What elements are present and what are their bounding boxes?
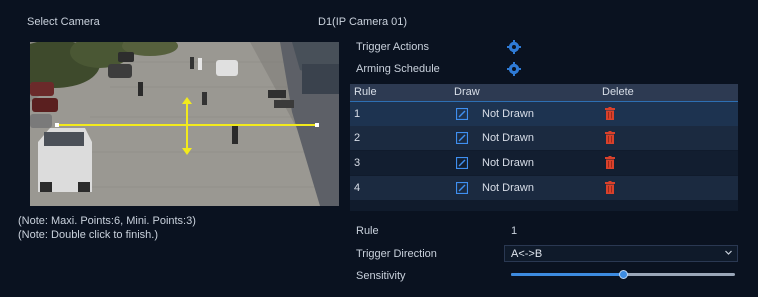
trigger-direction-value: A<->B <box>511 248 543 260</box>
trash-icon[interactable] <box>605 107 615 120</box>
gear-icon[interactable] <box>507 40 521 54</box>
draw-status: Not Drawn <box>482 182 534 194</box>
edit-icon[interactable] <box>456 108 468 120</box>
note-finish: (Note: Double click to finish.) <box>18 229 158 241</box>
camera-name: D1(IP Camera 01) <box>318 16 408 28</box>
rule-number: 3 <box>354 157 361 169</box>
trash-icon[interactable] <box>605 156 615 169</box>
edit-icon[interactable] <box>456 182 468 194</box>
rules-table-header: Rule Draw Delete <box>350 84 738 101</box>
column-header-rule: Rule <box>354 86 377 98</box>
table-row[interactable]: 1 Not Drawn <box>350 101 738 127</box>
rule-number: 4 <box>354 182 361 194</box>
camera-preview[interactable] <box>30 42 339 206</box>
camera-scene <box>30 42 339 206</box>
edit-icon[interactable] <box>456 132 468 144</box>
sensitivity-slider-fill <box>511 273 623 276</box>
draw-status: Not Drawn <box>482 108 534 120</box>
rule-number: 2 <box>354 132 361 144</box>
sensitivity-label: Sensitivity <box>356 270 406 282</box>
arming-schedule-label: Arming Schedule <box>356 63 440 75</box>
column-header-delete: Delete <box>602 86 634 98</box>
trash-icon[interactable] <box>605 131 615 144</box>
table-row[interactable]: 2 Not Drawn <box>350 126 738 150</box>
table-row[interactable]: 3 Not Drawn <box>350 151 738 175</box>
draw-status: Not Drawn <box>482 157 534 169</box>
trigger-direction-select[interactable]: A<->B <box>504 245 738 262</box>
edit-icon[interactable] <box>456 157 468 169</box>
gear-icon[interactable] <box>507 62 521 76</box>
select-camera-label: Select Camera <box>27 16 100 28</box>
trash-icon[interactable] <box>605 181 615 194</box>
chevron-down-icon <box>725 250 732 255</box>
rule-value: 1 <box>511 225 518 237</box>
rule-number: 1 <box>354 108 361 120</box>
sensitivity-slider-thumb[interactable] <box>619 270 628 279</box>
column-header-draw: Draw <box>454 86 480 98</box>
table-row[interactable]: 4 Not Drawn <box>350 176 738 200</box>
trigger-actions-label: Trigger Actions <box>356 41 429 53</box>
rule-label: Rule <box>356 225 379 237</box>
trigger-direction-label: Trigger Direction <box>356 248 437 260</box>
note-points: (Note: Maxi. Points:6, Mini. Points:3) <box>18 215 196 227</box>
draw-status: Not Drawn <box>482 132 534 144</box>
